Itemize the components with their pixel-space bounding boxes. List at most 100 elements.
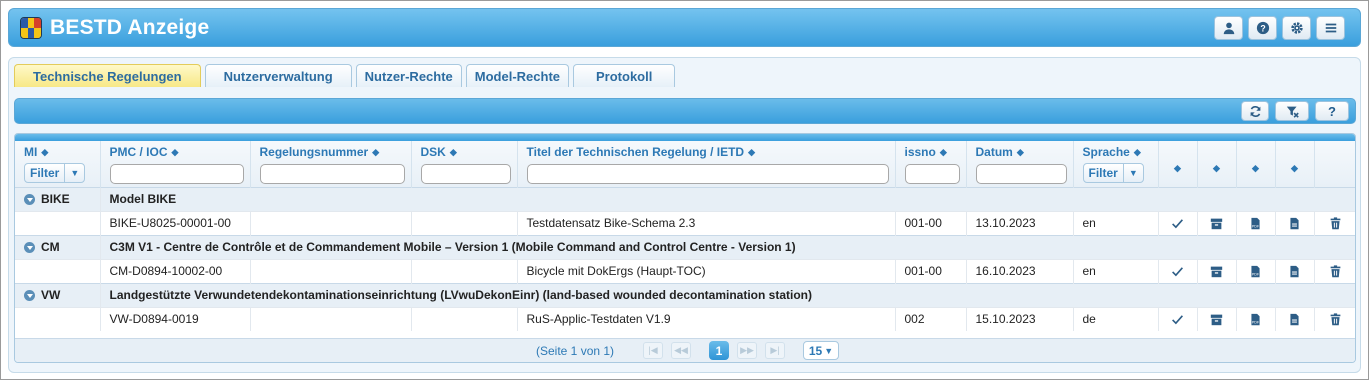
refresh-icon	[1250, 105, 1260, 117]
collapse-icon[interactable]	[24, 241, 35, 253]
cell-issno: 001-00	[895, 258, 967, 283]
cell-datum: 13.10.2023	[966, 210, 1074, 235]
trash-action[interactable]	[1314, 306, 1355, 331]
page-size-select[interactable]: 15 ▼	[803, 341, 839, 360]
group-key: CM	[41, 240, 60, 254]
help-icon: ?	[1328, 103, 1336, 119]
cell-pmc: VW-D0894-0019	[100, 306, 251, 331]
archive-icon	[1210, 312, 1223, 326]
archive-action[interactable]	[1197, 306, 1237, 331]
first-page-button[interactable]: |◀	[643, 342, 663, 359]
group-row[interactable]: BIKE Model BIKE	[15, 186, 1355, 211]
trash-action[interactable]	[1314, 258, 1355, 283]
settings-button[interactable]	[1282, 16, 1311, 40]
trash-action[interactable]	[1314, 210, 1355, 235]
tab-nutzerverwaltung[interactable]: Nutzerverwaltung	[204, 64, 352, 87]
menu-button[interactable]	[1316, 16, 1345, 40]
dsk-filter-input[interactable]	[420, 164, 511, 184]
column-header-action-5	[1314, 141, 1355, 187]
cell-datum: 15.10.2023	[966, 306, 1074, 331]
column-header-action-2[interactable]: ◆	[1197, 141, 1237, 187]
pdf-file-action[interactable]: PDF	[1236, 258, 1276, 283]
archive-icon	[1210, 216, 1223, 230]
app-logo-icon	[20, 16, 42, 39]
table-row[interactable]: CM-D0894-10002-00 Bicycle mit DokErgs (Ha…	[15, 258, 1355, 283]
grid-help-button[interactable]: ?	[1315, 101, 1349, 121]
tab-technische-regelungen[interactable]: Technische Regelungen	[14, 64, 201, 87]
column-header-action-1[interactable]: ◆	[1158, 141, 1198, 187]
column-header-dsk[interactable]: DSK ◆	[411, 141, 518, 187]
document-action[interactable]	[1275, 306, 1315, 331]
data-grid: MI ◆ Filter ▼ PMC / IOC ◆ Regelungsnummer ◆	[14, 133, 1356, 363]
mi-filter-select[interactable]: Filter ▼	[24, 163, 86, 183]
mi-cell	[15, 306, 101, 331]
document-action[interactable]	[1275, 210, 1315, 235]
sort-icon: ◆	[1291, 163, 1298, 173]
chevron-down-icon: ▼	[824, 345, 834, 356]
column-header-issno[interactable]: issno ◆	[895, 141, 967, 187]
cell-titel: Testdatensatz Bike-Schema 2.3	[517, 210, 896, 235]
document-action[interactable]	[1275, 258, 1315, 283]
archive-action[interactable]	[1197, 258, 1237, 283]
check-action[interactable]	[1158, 210, 1198, 235]
tab-nutzer-rechte[interactable]: Nutzer-Rechte	[355, 64, 462, 87]
pmc-filter-input[interactable]	[109, 164, 244, 184]
user-button[interactable]	[1214, 16, 1243, 40]
titel-filter-input[interactable]	[526, 164, 889, 184]
current-page-button[interactable]: 1	[709, 341, 729, 360]
document-icon	[1288, 264, 1301, 278]
table-row[interactable]: BIKE-U8025-00001-00 Testdatensatz Bike-Sc…	[15, 210, 1355, 235]
collapse-icon[interactable]	[24, 193, 35, 205]
tab-model-rechte[interactable]: Model-Rechte	[465, 64, 570, 87]
table-row[interactable]: VW-D0894-0019 RuS-Applic-Testdaten V1.9 00…	[15, 306, 1355, 331]
trash-icon	[1329, 264, 1342, 278]
cell-sprache: de	[1073, 306, 1159, 331]
cell-dsk	[411, 210, 518, 235]
tab-bar: Technische Regelungen Nutzerverwaltung N…	[14, 64, 676, 87]
column-label-datum: Datum	[975, 145, 1013, 159]
sort-icon: ◆	[1174, 163, 1181, 173]
group-row[interactable]: CM C3M V1 - Centre de Contrôle et de Comm…	[15, 234, 1355, 259]
check-icon	[1171, 264, 1184, 278]
cell-regel	[250, 306, 412, 331]
app-header: BESTD Anzeige ?	[8, 8, 1361, 47]
pdf-file-action[interactable]: PDF	[1236, 306, 1276, 331]
refresh-button[interactable]	[1241, 101, 1269, 121]
clear-filter-button[interactable]	[1275, 101, 1309, 121]
app-window: BESTD Anzeige ? Technische Regelungen Nu…	[0, 0, 1369, 380]
column-header-pmc[interactable]: PMC / IOC ◆	[100, 141, 251, 187]
user-icon	[1223, 22, 1234, 35]
check-action[interactable]	[1158, 306, 1198, 331]
cell-pmc: CM-D0894-10002-00	[100, 258, 251, 283]
datum-filter-input[interactable]	[975, 164, 1067, 184]
cell-issno: 002	[895, 306, 967, 331]
column-label-issno: issno	[904, 145, 936, 159]
column-header-titel[interactable]: Titel der Technischen Regelung / IETD ◆	[517, 141, 896, 187]
column-header-mi[interactable]: MI ◆ Filter ▼	[15, 141, 101, 187]
archive-action[interactable]	[1197, 210, 1237, 235]
issno-filter-input[interactable]	[904, 164, 960, 184]
pdf-file-icon: PDF	[1249, 312, 1262, 326]
sprache-filter-select[interactable]: Filter ▼	[1082, 163, 1144, 183]
group-row[interactable]: VW Landgestützte Verwundetendekontaminati…	[15, 282, 1355, 307]
column-header-datum[interactable]: Datum ◆	[966, 141, 1074, 187]
last-page-button[interactable]: ▶|	[765, 342, 785, 359]
check-icon	[1171, 312, 1184, 326]
clear-filter-icon	[1286, 106, 1299, 118]
next-page-button[interactable]: ▶▶	[737, 342, 757, 359]
sort-icon: ◆	[372, 146, 380, 157]
tab-protokoll[interactable]: Protokoll	[573, 64, 676, 87]
pdf-file-action[interactable]: PDF	[1236, 210, 1276, 235]
regelungsnummer-filter-input[interactable]	[259, 164, 405, 184]
prev-page-button[interactable]: ◀◀	[671, 342, 691, 359]
column-label-dsk: DSK	[420, 145, 446, 159]
check-action[interactable]	[1158, 258, 1198, 283]
column-header-action-4[interactable]: ◆	[1275, 141, 1315, 187]
trash-icon	[1329, 312, 1342, 326]
column-header-action-3[interactable]: ◆	[1236, 141, 1276, 187]
column-header-sprache[interactable]: Sprache ◆ Filter ▼	[1073, 141, 1159, 187]
help-button[interactable]: ?	[1248, 16, 1277, 40]
collapse-icon[interactable]	[24, 289, 35, 301]
column-header-regelungsnummer[interactable]: Regelungsnummer ◆	[250, 141, 412, 187]
sort-icon: ◆	[1252, 163, 1259, 173]
